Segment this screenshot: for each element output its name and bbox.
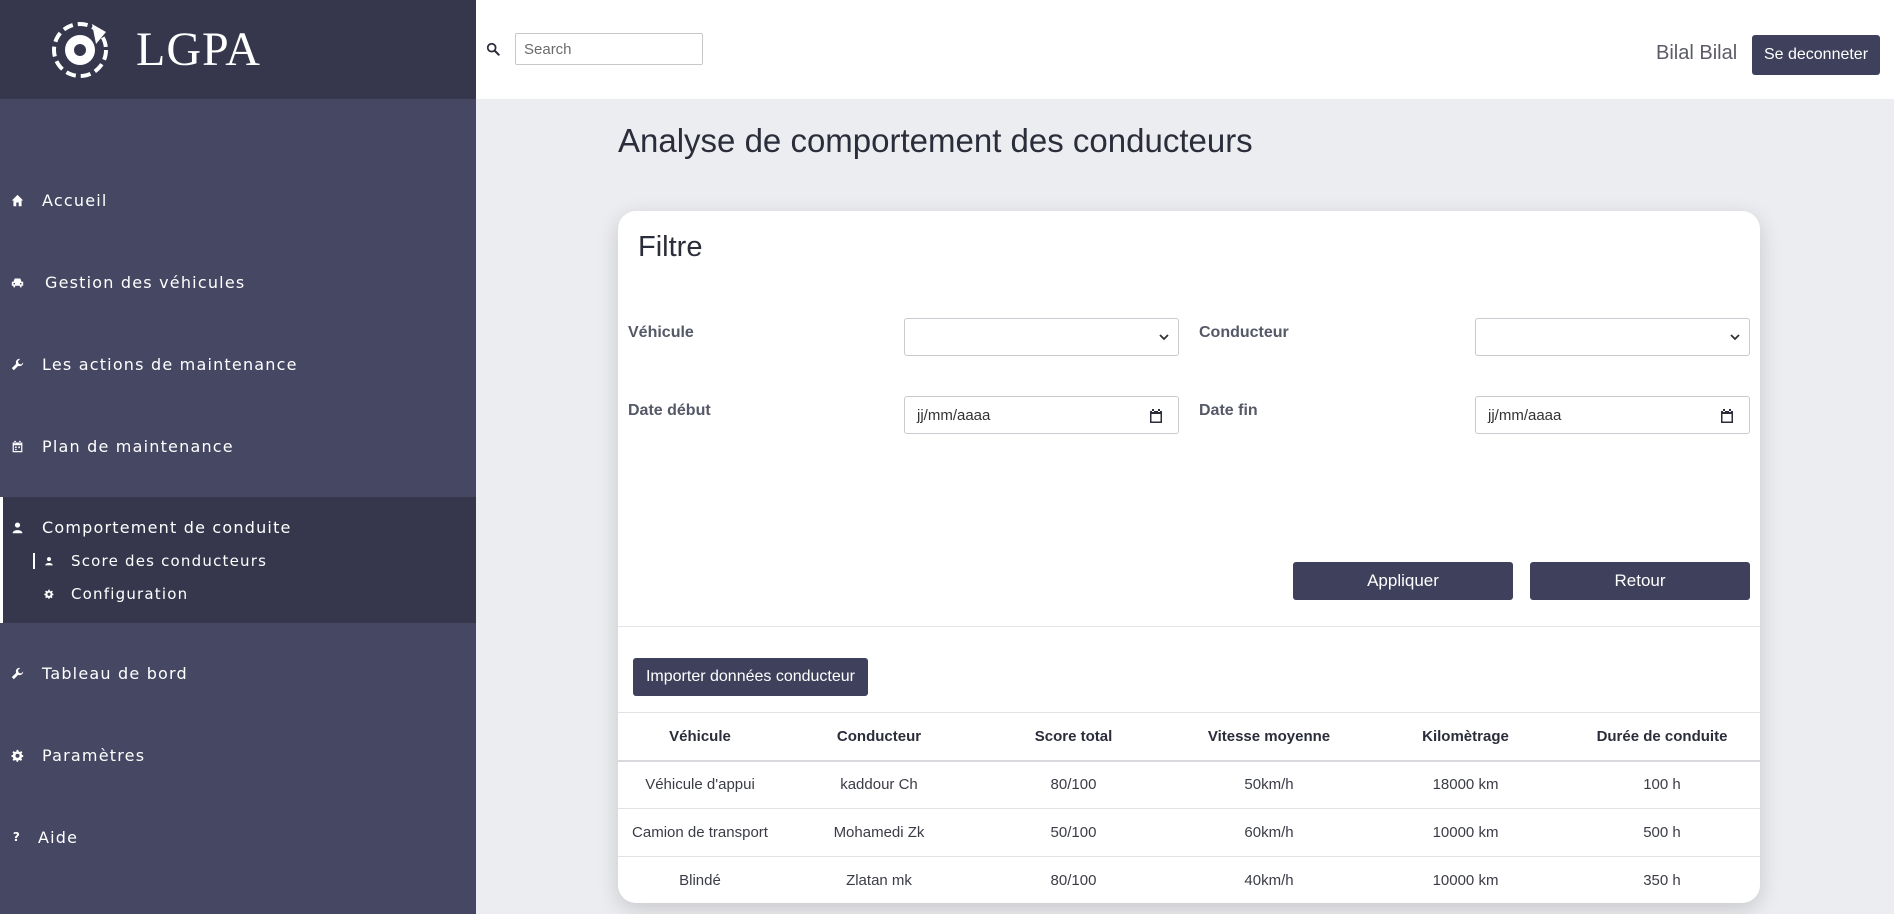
sidebar-item-label: Comportement de conduite (42, 517, 292, 537)
table-cell: 50/100 (976, 808, 1171, 857)
apply-button[interactable]: Appliquer (1293, 562, 1513, 600)
table-cell: 40km/h (1171, 856, 1367, 903)
table-cell: 18000 km (1367, 760, 1564, 809)
active-indicator (33, 553, 35, 569)
table-cell: 60km/h (1171, 808, 1367, 857)
chevron-down-icon (1159, 334, 1169, 341)
divider (618, 626, 1760, 627)
brand-name: LGPA (136, 23, 261, 76)
date-placeholder: jj/mm/aaaa (917, 406, 991, 424)
start-date-label: Date début (628, 402, 711, 419)
driver-scores-table: Véhicule Conducteur Score total Vitesse … (618, 712, 1760, 903)
table-cell: Zlatan mk (782, 856, 976, 903)
column-header[interactable]: Kilomètrage (1367, 712, 1564, 762)
sidebar-item-accueil[interactable]: Accueil (0, 180, 476, 220)
table-row[interactable]: Blindé Zlatan mk 80/100 40km/h 10000 km … (618, 856, 1760, 903)
table-cell: Camion de transport (618, 808, 782, 857)
table-cell: 80/100 (976, 856, 1171, 903)
column-header[interactable]: Durée de conduite (1564, 712, 1760, 762)
sidebar-item-label: Paramètres (42, 745, 146, 765)
calendar-icon (10, 439, 24, 453)
driver-label: Conducteur (1199, 324, 1289, 341)
table-row[interactable]: Camion de transport Mohamedi Zk 50/100 6… (618, 808, 1760, 857)
sidebar-item-vehicules[interactable]: Gestion des véhicules (0, 262, 476, 302)
calendar-icon[interactable] (1719, 408, 1735, 424)
sidebar-item-label: Gestion des véhicules (45, 272, 246, 292)
sidebar-item-label: Plan de maintenance (42, 436, 234, 456)
sidebar-item-label: Aide (38, 827, 79, 847)
table-row[interactable]: Véhicule d'appui kaddour Ch 80/100 50km/… (618, 760, 1760, 809)
table-cell: 100 h (1564, 760, 1760, 809)
table-cell: 10000 km (1367, 856, 1564, 903)
filter-title: Filtre (638, 231, 703, 263)
table-cell: 350 h (1564, 856, 1760, 903)
user-icon (43, 555, 55, 567)
gear-logo-icon (52, 22, 108, 78)
user-name: Bilal Bilal (1656, 42, 1738, 64)
question-icon: ? (12, 830, 22, 844)
search-icon (486, 42, 500, 56)
table-cell: 50km/h (1171, 760, 1367, 809)
column-header[interactable]: Conducteur (782, 712, 976, 762)
top-bar: Bilal Bilal Se deconneter (476, 0, 1894, 99)
user-icon (10, 520, 24, 534)
vehicle-label: Véhicule (628, 324, 694, 341)
sidebar-item-dashboard[interactable]: Tableau de bord (0, 653, 476, 693)
table-cell: Véhicule d'appui (618, 760, 782, 809)
wrench-icon (10, 666, 24, 680)
logout-button[interactable]: Se deconneter (1752, 35, 1880, 75)
start-date-input[interactable]: jj/mm/aaaa (904, 396, 1179, 434)
car-icon (10, 275, 24, 289)
sidebar-group-driving: Comportement de conduite Score des condu… (0, 497, 476, 623)
end-date-input[interactable]: jj/mm/aaaa (1475, 396, 1750, 434)
sidebar: LGPA Accueil Gestion des véhicules Les a… (0, 0, 476, 914)
filter-card: Filtre Véhicule Conducteur Date début jj… (618, 211, 1760, 903)
column-header[interactable]: Vitesse moyenne (1171, 712, 1367, 762)
table-cell: 10000 km (1367, 808, 1564, 857)
back-button[interactable]: Retour (1530, 562, 1750, 600)
sidebar-item-driving-behavior[interactable]: Comportement de conduite (0, 507, 476, 547)
sidebar-subitem-driver-scores[interactable]: Score des conducteurs (33, 548, 267, 574)
table-cell: 500 h (1564, 808, 1760, 857)
date-placeholder: jj/mm/aaaa (1488, 406, 1562, 424)
table-header-row: Véhicule Conducteur Score total Vitesse … (618, 712, 1760, 762)
sidebar-item-maintenance-actions[interactable]: Les actions de maintenance (0, 344, 476, 384)
search-input[interactable] (515, 33, 703, 65)
page-title: Analyse de comportement des conducteurs (618, 122, 1253, 159)
gear-icon (10, 748, 24, 762)
brand-header: LGPA (0, 0, 476, 99)
sidebar-subitem-label: Configuration (71, 585, 189, 603)
sidebar-item-help[interactable]: ? Aide (0, 817, 476, 857)
table-cell: 80/100 (976, 760, 1171, 809)
calendar-icon[interactable] (1148, 408, 1164, 424)
sidebar-subitem-label: Score des conducteurs (71, 552, 268, 570)
end-date-label: Date fin (1199, 402, 1258, 419)
column-header[interactable]: Véhicule (618, 712, 782, 762)
table-cell: Blindé (618, 856, 782, 903)
sidebar-item-label: Tableau de bord (42, 663, 188, 683)
chevron-down-icon (1730, 334, 1740, 341)
vehicle-select[interactable] (904, 318, 1179, 356)
import-driver-data-button[interactable]: Importer données conducteur (633, 658, 868, 696)
table-cell: Mohamedi Zk (782, 808, 976, 857)
wrench-icon (10, 357, 24, 371)
table-cell: kaddour Ch (782, 760, 976, 809)
sidebar-subitem-configuration[interactable]: Configuration (43, 581, 188, 607)
home-icon (10, 193, 24, 207)
column-header[interactable]: Score total (976, 712, 1171, 762)
sidebar-item-label: Accueil (42, 190, 108, 210)
sidebar-item-settings[interactable]: Paramètres (0, 735, 476, 775)
driver-select[interactable] (1475, 318, 1750, 356)
sidebar-item-maintenance-plan[interactable]: Plan de maintenance (0, 426, 476, 466)
sidebar-item-label: Les actions de maintenance (42, 354, 298, 374)
gear-icon (43, 588, 55, 600)
